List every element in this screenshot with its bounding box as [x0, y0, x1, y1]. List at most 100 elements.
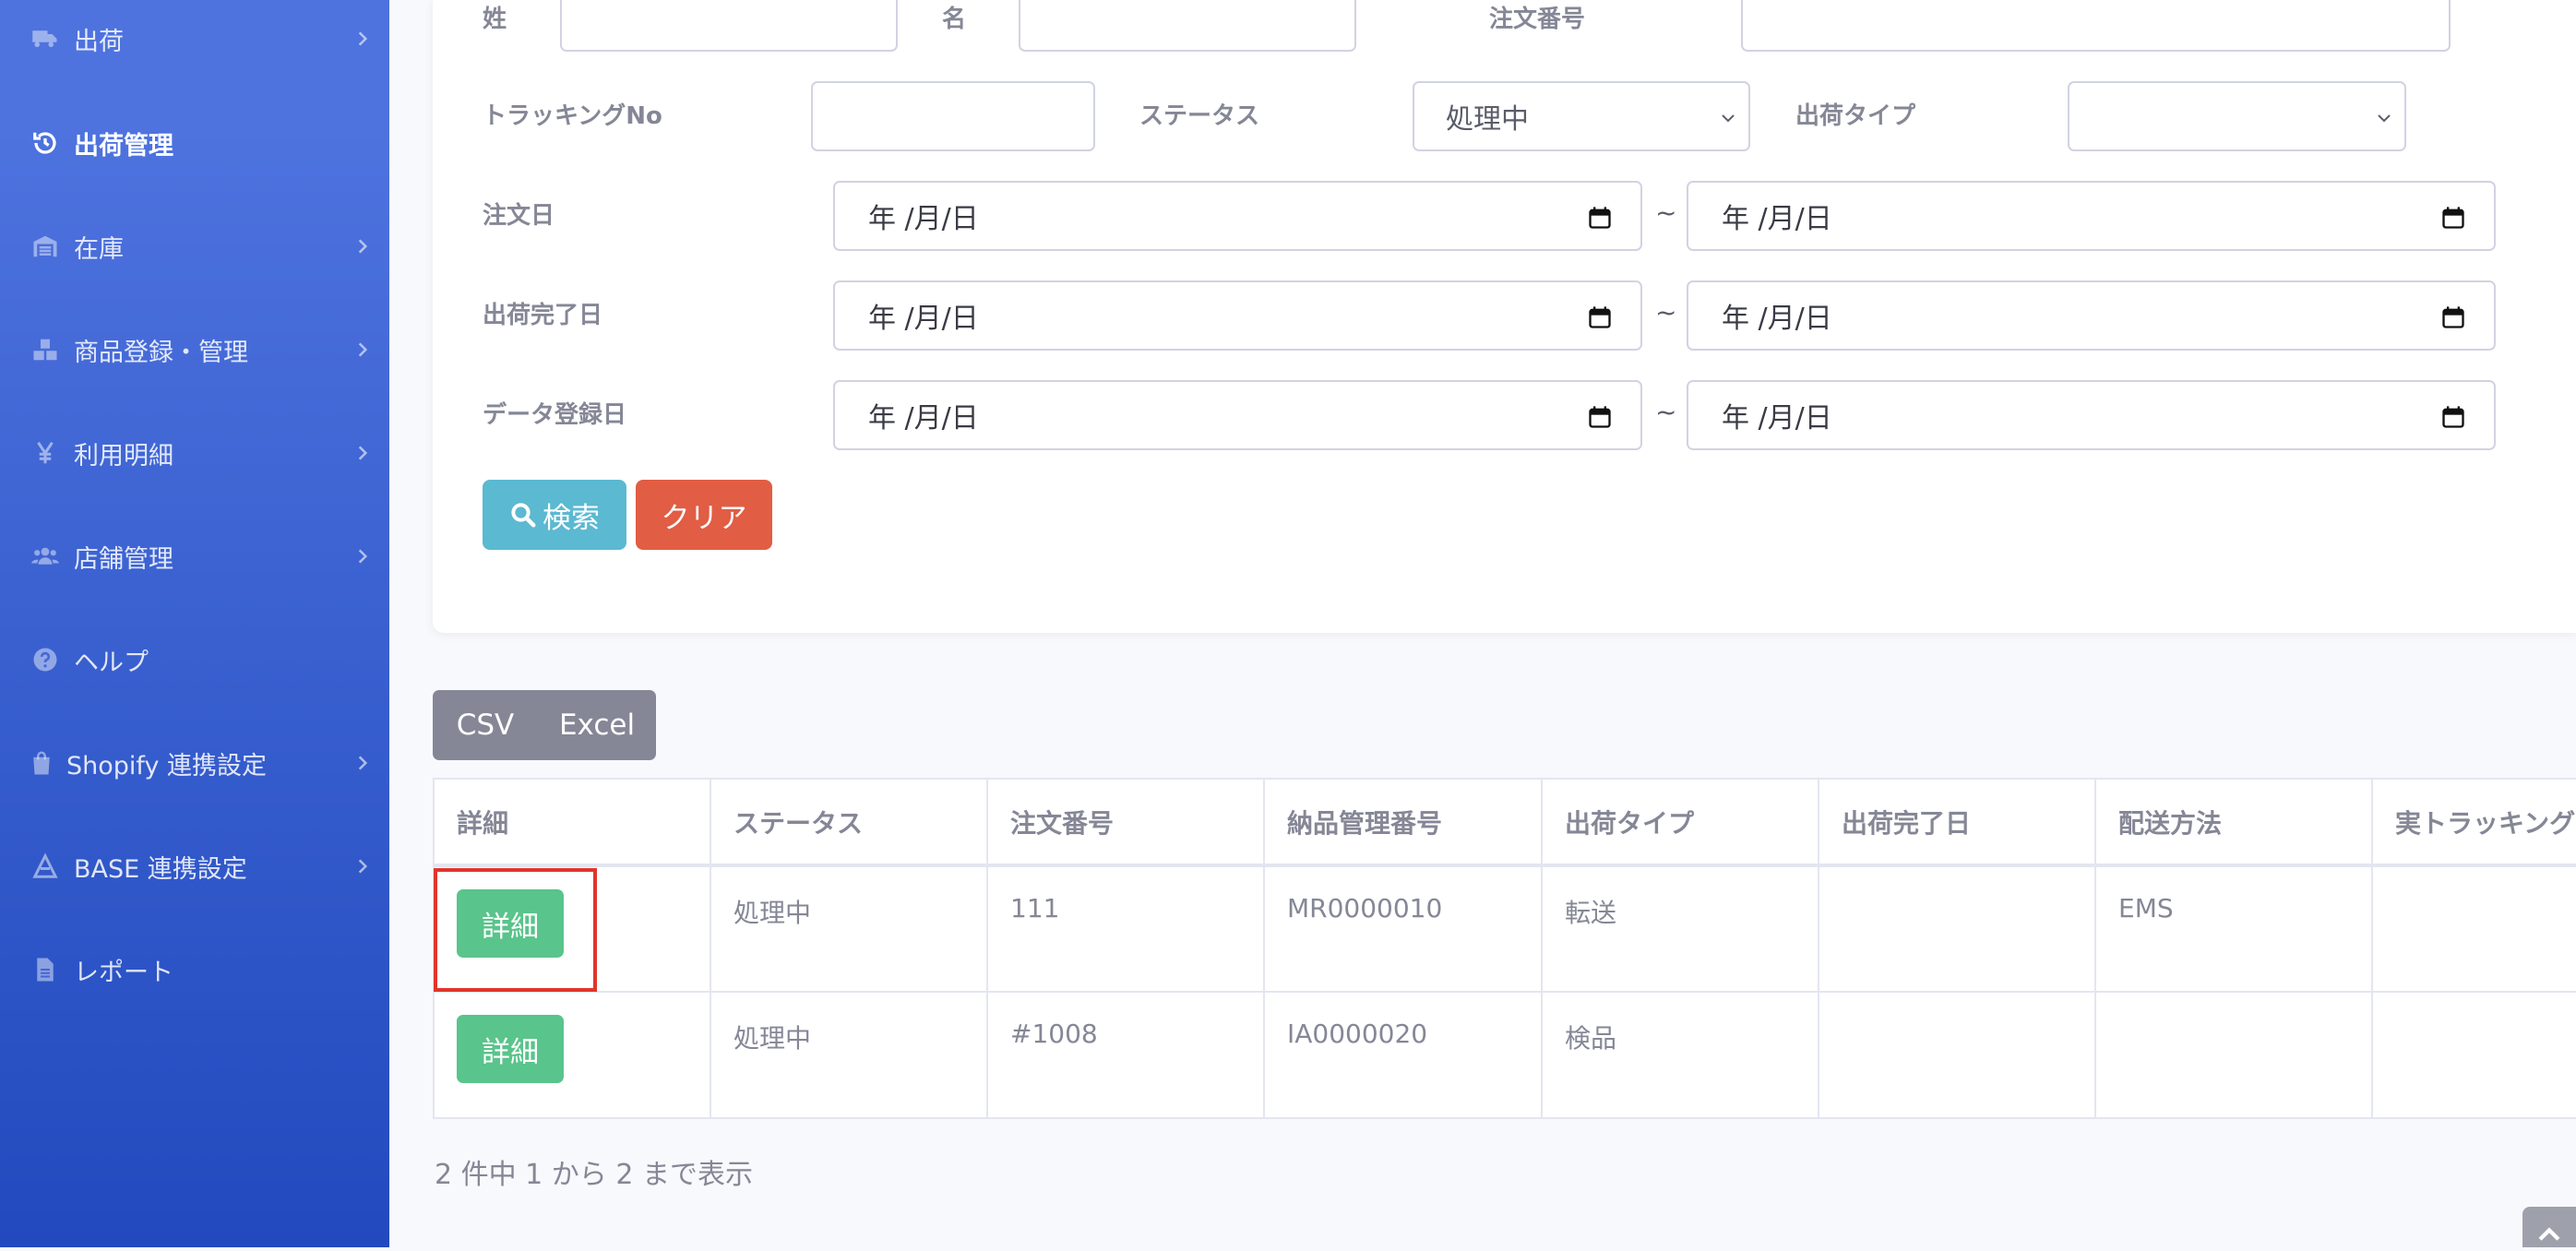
warehouse-icon — [30, 231, 61, 262]
status-cell: 処理中 — [710, 991, 988, 1119]
truck-icon — [30, 23, 61, 54]
shipped-date-to-input[interactable]: 年 /月/日 — [1687, 280, 2496, 351]
shipment-type-select[interactable] — [2068, 81, 2406, 151]
chevron-down-icon — [1722, 114, 1735, 123]
sidebar: 出荷 出荷管理 在庫 商品登録・管理 利用明細 店舗管理 ヘルプ Shopify… — [0, 0, 389, 1247]
date-placeholder: 年 /月/日 — [868, 203, 979, 235]
detail-button[interactable]: 詳細 — [457, 889, 564, 958]
calendar-icon[interactable] — [2440, 304, 2466, 330]
sidebar-item-report[interactable]: レポート — [0, 933, 389, 1007]
column-header-detail[interactable]: 詳細 — [433, 778, 711, 867]
sidebar-item-label: 店舗管理 — [74, 544, 173, 574]
sidebar-item-base-settings[interactable]: BASE 連携設定 — [0, 829, 389, 903]
chevron-right-icon — [352, 856, 373, 876]
sidebar-item-label: 商品登録・管理 — [74, 338, 248, 367]
csv-export-label: CSV — [456, 709, 515, 742]
chevron-down-icon — [2378, 114, 2391, 123]
tracking-number-input[interactable] — [811, 81, 1095, 151]
status-select-value: 処理中 — [1446, 103, 1529, 136]
sidebar-item-shopify-settings[interactable]: Shopify 連携設定 — [0, 726, 389, 800]
status-select[interactable]: 処理中 — [1413, 81, 1750, 151]
excel-export-label: Excel — [558, 709, 636, 742]
calendar-icon[interactable] — [1587, 205, 1613, 231]
calendar-icon[interactable] — [1587, 404, 1613, 430]
column-header-status[interactable]: ステータス — [710, 778, 988, 867]
date-placeholder: 年 /月/日 — [1722, 402, 1832, 435]
sidebar-item-label: 利用明細 — [74, 441, 173, 471]
order-date-from-input[interactable]: 年 /月/日 — [833, 181, 1642, 251]
sidebar-item-label: ヘルプ — [74, 648, 149, 677]
chevron-right-icon — [352, 753, 373, 773]
detail-cell: 詳細 — [433, 864, 711, 993]
delivery-number-cell: MR0000010 — [1263, 864, 1543, 993]
sidebar-item-shipment-management[interactable]: 出荷管理 — [0, 106, 389, 180]
chevron-right-icon — [352, 443, 373, 463]
status-cell: 処理中 — [710, 864, 988, 993]
sidebar-item-store-management[interactable]: 店舗管理 — [0, 519, 389, 593]
date-placeholder: 年 /月/日 — [1722, 203, 1832, 235]
calendar-icon[interactable] — [2440, 404, 2466, 430]
table-info: 2 件中 1 から 2 まで表示 — [435, 1159, 753, 1191]
sidebar-item-label: BASE 連携設定 — [74, 854, 247, 884]
clear-button[interactable]: クリア — [636, 480, 772, 550]
yen-icon — [30, 437, 61, 469]
first-name-label: 名 — [942, 6, 967, 33]
order-date-label: 注文日 — [483, 202, 555, 230]
registered-date-from-input[interactable]: 年 /月/日 — [833, 380, 1642, 450]
tracking-cell — [2371, 864, 2576, 993]
date-placeholder: 年 /月/日 — [868, 303, 979, 335]
column-header-order-number[interactable]: 注文番号 — [986, 778, 1265, 867]
order-date-to-input[interactable]: 年 /月/日 — [1687, 181, 2496, 251]
shipped-date-cell — [1818, 991, 2096, 1119]
date-placeholder: 年 /月/日 — [1722, 303, 1832, 335]
order-number-cell: 111 — [986, 864, 1265, 993]
status-label: ステータス — [1139, 102, 1260, 130]
table-header-row: 詳細 ステータス 注文番号 納品管理番号 出荷タイプ 出荷完了日 配送方法 実ト… — [433, 778, 2576, 867]
boxes-icon — [30, 334, 61, 365]
tracking-cell — [2371, 991, 2576, 1119]
order-number-label: 注文番号 — [1489, 6, 1586, 33]
file-icon — [30, 954, 61, 985]
shipment-type-cell: 検品 — [1541, 991, 1819, 1119]
sidebar-item-shipping[interactable]: 出荷 — [0, 2, 389, 76]
sidebar-item-inventory[interactable]: 在庫 — [0, 209, 389, 283]
delivery-method-cell: EMS — [2094, 864, 2373, 993]
scroll-to-top-button[interactable] — [2522, 1207, 2576, 1247]
sidebar-item-label: 在庫 — [74, 234, 124, 264]
range-separator: ~ — [1655, 297, 1677, 328]
calendar-icon[interactable] — [1587, 304, 1613, 330]
sidebar-item-help[interactable]: ヘルプ — [0, 623, 389, 697]
csv-export-button[interactable]: CSV — [433, 690, 538, 760]
calendar-icon[interactable] — [2440, 205, 2466, 231]
sidebar-item-billing[interactable]: 利用明細 — [0, 416, 389, 490]
shipped-date-label: 出荷完了日 — [483, 302, 603, 329]
shipped-date-from-input[interactable]: 年 /月/日 — [833, 280, 1642, 351]
users-icon — [30, 541, 61, 572]
shipment-type-label: 出荷タイプ — [1795, 102, 1916, 130]
sidebar-item-label: 出荷 — [74, 27, 124, 56]
question-circle-icon — [30, 644, 61, 675]
column-header-shipped-date[interactable]: 出荷完了日 — [1818, 778, 2096, 867]
order-number-input[interactable] — [1741, 0, 2451, 52]
first-name-input[interactable] — [1019, 0, 1356, 52]
excel-export-button[interactable]: Excel — [538, 690, 656, 760]
export-button-group: CSV Excel — [433, 690, 656, 760]
range-separator: ~ — [1655, 197, 1677, 228]
delivery-number-cell: IA0000020 — [1263, 991, 1543, 1119]
sidebar-item-products[interactable]: 商品登録・管理 — [0, 313, 389, 387]
search-button-label: 検索 — [543, 501, 600, 535]
column-header-delivery-number[interactable]: 納品管理番号 — [1263, 778, 1543, 867]
registered-date-to-input[interactable]: 年 /月/日 — [1687, 380, 2496, 450]
column-header-tracking[interactable]: 実トラッキング — [2371, 778, 2576, 867]
order-number-cell: #1008 — [986, 991, 1265, 1119]
base-logo-icon — [30, 851, 61, 882]
chevron-right-icon — [352, 29, 373, 49]
column-header-delivery-method[interactable]: 配送方法 — [2094, 778, 2373, 867]
detail-button[interactable]: 詳細 — [457, 1015, 564, 1083]
chevron-right-icon — [352, 236, 373, 256]
search-button[interactable]: 検索 — [483, 480, 626, 550]
last-name-label: 姓 — [483, 6, 507, 33]
column-header-shipment-type[interactable]: 出荷タイプ — [1541, 778, 1819, 867]
last-name-input[interactable] — [560, 0, 898, 52]
history-icon — [30, 127, 61, 159]
